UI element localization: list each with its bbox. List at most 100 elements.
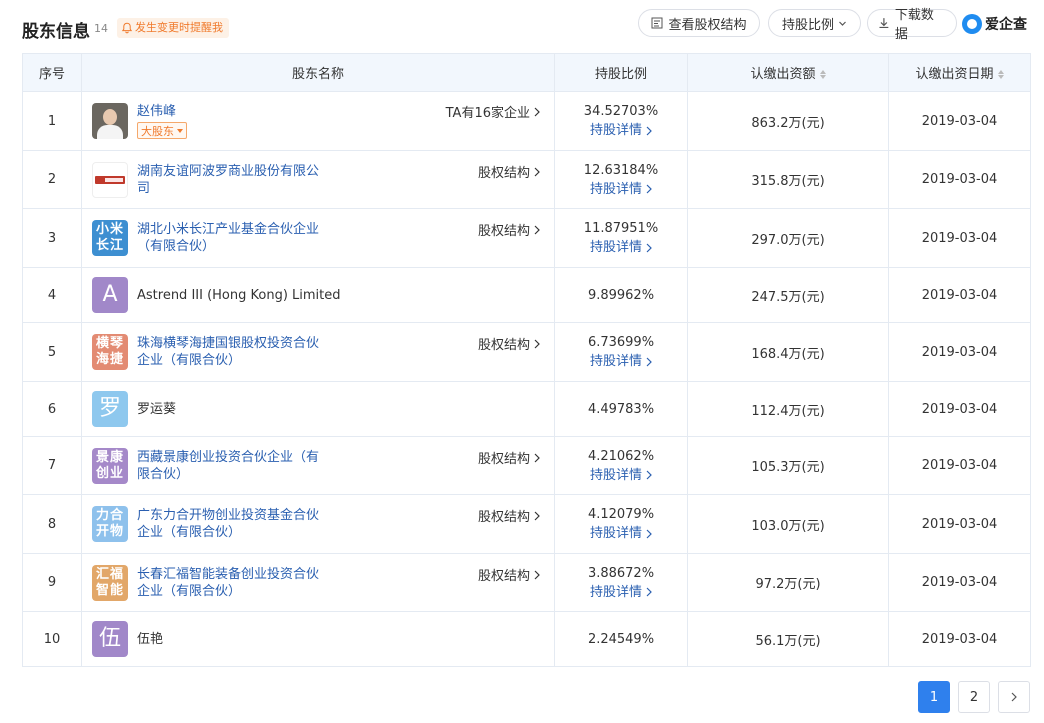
share-ratio: 11.87951% — [583, 221, 659, 236]
row-index: 9 — [22, 553, 82, 612]
brand-logo: 爱企查 — [962, 14, 1027, 34]
avatar[interactable]: 伍 — [92, 621, 128, 657]
sort-icon[interactable] — [819, 70, 826, 79]
holding-detail-label: 持股详情 — [589, 181, 642, 197]
col-date[interactable]: 认缴出资日期 — [888, 53, 1031, 92]
shareholder-name: 伍艳 — [137, 631, 164, 647]
ratio-cell: 9.89962% — [554, 267, 688, 323]
chevron-right-icon — [646, 243, 652, 252]
amount-cell: 97.2万(元) — [687, 553, 889, 612]
next-page-button[interactable] — [998, 681, 1030, 713]
holding-detail-label: 持股详情 — [589, 467, 642, 483]
holding-detail-label: 持股详情 — [589, 584, 642, 600]
related-link[interactable]: 股权结构 — [478, 565, 540, 584]
view-equity-structure-button[interactable]: 查看股权结构 — [638, 9, 760, 37]
shareholder-name-link[interactable]: 赵伟峰 — [137, 103, 329, 120]
related-link-label: 股权结构 — [477, 224, 530, 239]
related-link[interactable]: 股权结构 — [478, 162, 540, 181]
avatar[interactable]: 横琴海捷 — [92, 334, 128, 370]
holding-detail-link[interactable]: 持股详情 — [590, 524, 652, 543]
shareholder-name-link[interactable]: 湖北小米长江产业基金合伙企业（有限合伙） — [137, 221, 329, 255]
related-link[interactable]: 股权结构 — [478, 448, 540, 467]
date-cell: 2019-03-04 — [888, 322, 1031, 382]
row-index: 4 — [22, 267, 82, 323]
chevron-right-icon — [646, 357, 652, 366]
download-label: 下载数据 — [894, 8, 934, 42]
table-row: 9 汇福智能 长春汇福智能装备创业投资合伙企业（有限合伙） 股权结构 3.88672% 持… — [22, 553, 1031, 612]
shareholder-cell: 伍伍艳 — [81, 611, 555, 667]
change-notify-button[interactable]: 发生变更时提醒我 — [117, 18, 229, 38]
ratio-dropdown[interactable]: 持股比例 — [768, 9, 861, 37]
chevron-right-icon — [646, 529, 652, 538]
avatar[interactable]: 罗 — [92, 391, 128, 427]
amount-cell: 863.2万(元) — [687, 91, 889, 151]
date-cell: 2019-03-04 — [888, 436, 1031, 495]
chevron-down-icon — [839, 21, 846, 26]
holding-detail-link[interactable]: 持股详情 — [590, 121, 652, 140]
company-logo[interactable] — [92, 161, 128, 198]
amount-cell: 112.4万(元) — [687, 381, 889, 437]
related-link-label: 股权结构 — [477, 166, 530, 181]
chevron-right-icon — [534, 107, 540, 116]
shareholder-cell: 力合开物 广东力合开物创业投资基金合伙企业（有限合伙） 股权结构 — [81, 494, 555, 554]
shareholder-cell: A Astrend III (Hong Kong) Limited — [81, 267, 555, 323]
shareholder-cell: 罗罗运葵 — [81, 381, 555, 437]
change-notify-label: 发生变更时提醒我 — [135, 21, 223, 34]
holding-detail-link[interactable]: 持股详情 — [590, 583, 652, 602]
share-ratio: 4.21062% — [587, 448, 655, 464]
shareholder-count: 14 — [94, 22, 108, 35]
shareholder-name-link[interactable]: 西藏景康创业投资合伙企业（有限合伙） — [137, 449, 329, 483]
major-shareholder-tag[interactable]: 大股东 — [137, 122, 187, 139]
ratio-dropdown-label: 持股比例 — [781, 17, 834, 33]
holding-detail-label: 持股详情 — [589, 240, 642, 255]
date-cell: 2019-03-04 — [888, 267, 1031, 323]
holding-detail-link[interactable]: 持股详情 — [590, 180, 652, 199]
chevron-right-icon — [534, 453, 540, 462]
shareholder-name-link[interactable]: 长春汇福智能装备创业投资合伙企业（有限合伙） — [137, 566, 329, 600]
table-row: 1 赵伟峰 大股东 TA有16家企业 34.52703% 持股详情 863.2万(元) 201… — [22, 91, 1031, 151]
related-link[interactable]: TA有16家企业 — [446, 102, 540, 121]
shareholder-name-link[interactable]: 湖南友谊阿波罗商业股份有限公司 — [137, 163, 329, 197]
related-link-label: 股权结构 — [477, 338, 530, 353]
shareholder-name-link[interactable]: 广东力合开物创业投资基金合伙企业（有限合伙） — [137, 507, 329, 541]
share-ratio: 6.73699% — [587, 335, 655, 350]
row-index: 3 — [22, 208, 82, 268]
amount-cell: 56.1万(元) — [687, 611, 889, 667]
avatar[interactable]: 汇福智能 — [92, 564, 128, 601]
avatar[interactable]: 力合开物 — [92, 506, 128, 542]
share-ratio: 4.12079% — [587, 507, 655, 522]
holding-detail-label: 持股详情 — [589, 123, 642, 138]
table-row: 5 横琴海捷 珠海横琴海捷国银股权投资合伙企业（有限合伙） 股权结构 6.73699% 持… — [22, 322, 1031, 382]
chevron-right-icon — [534, 511, 540, 520]
related-link[interactable]: 股权结构 — [478, 334, 540, 353]
download-icon — [879, 18, 889, 29]
shareholder-cell: 小米长江 湖北小米长江产业基金合伙企业（有限合伙） 股权结构 — [81, 208, 555, 268]
sort-icon[interactable] — [997, 70, 1004, 79]
row-index: 8 — [22, 494, 82, 554]
shareholder-cell: 汇福智能 长春汇福智能装备创业投资合伙企业（有限合伙） 股权结构 — [81, 553, 555, 612]
page-1-button[interactable]: 1 — [918, 681, 950, 713]
shareholder-table: 序号 股东名称 持股比例 认缴出资额 认缴出资日期 1 赵伟峰 大股东 TA有16家企… — [22, 53, 1031, 667]
related-link-label: TA有16家企业 — [445, 106, 530, 121]
table-row: 2 湖南友谊阿波罗商业股份有限公司 股权结构 12.63184% 持股详情 315.8万(… — [22, 150, 1031, 209]
chevron-right-icon — [534, 339, 540, 348]
shareholder-cell: 湖南友谊阿波罗商业股份有限公司 股权结构 — [81, 150, 555, 209]
chevron-right-icon — [646, 184, 652, 194]
holding-detail-link[interactable]: 持股详情 — [590, 238, 652, 257]
related-link[interactable]: 股权结构 — [478, 506, 540, 525]
related-link-label: 股权结构 — [477, 452, 530, 467]
row-index: 6 — [22, 381, 82, 437]
avatar[interactable]: 景康创业 — [92, 447, 128, 484]
col-amount[interactable]: 认缴出资额 — [687, 53, 889, 92]
avatar[interactable]: 小米长江 — [92, 220, 128, 256]
holding-detail-link[interactable]: 持股详情 — [590, 352, 652, 371]
download-button[interactable]: 下载数据 — [867, 8, 957, 42]
related-link[interactable]: 股权结构 — [478, 220, 540, 239]
chevron-right-icon — [646, 470, 652, 480]
holding-detail-link[interactable]: 持股详情 — [590, 466, 652, 485]
page-2-button[interactable]: 2 — [958, 681, 990, 713]
avatar[interactable]: A — [92, 277, 128, 313]
avatar[interactable] — [92, 103, 128, 139]
shareholder-name-link[interactable]: 珠海横琴海捷国银股权投资合伙企业（有限合伙） — [137, 335, 329, 369]
share-ratio: 9.89962% — [587, 287, 655, 303]
